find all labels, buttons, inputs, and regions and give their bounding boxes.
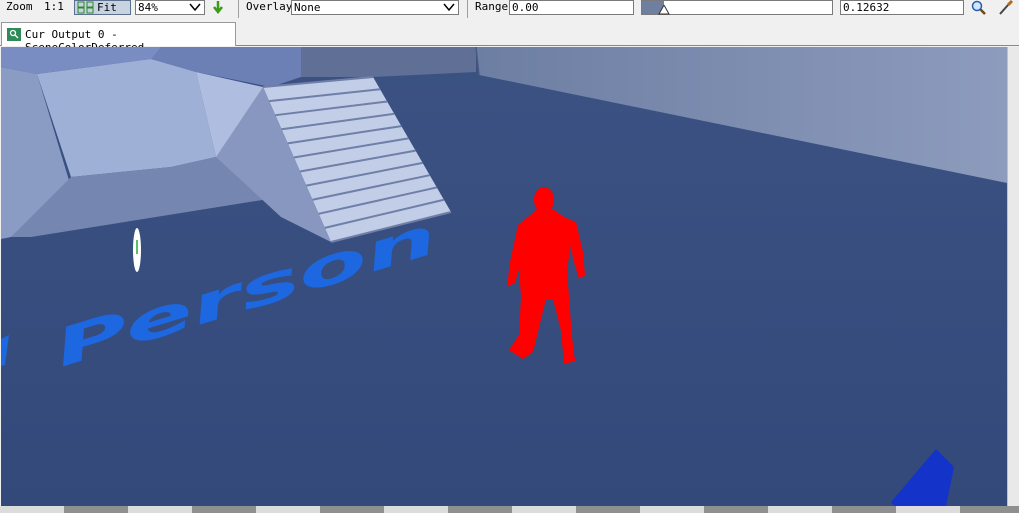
- scene-render: Person: [1, 47, 1007, 506]
- output-tab-bar: Cur Output 0 - SceneColorDeferred: [0, 19, 1019, 54]
- viewport-vertical-scrollbar[interactable]: [1007, 47, 1019, 506]
- toolbar-separator: [467, 0, 468, 18]
- range-min-input[interactable]: [509, 0, 634, 15]
- checkerboard-strip: [0, 506, 1019, 513]
- tab-cur-output[interactable]: Cur Output 0 - SceneColorDeferred: [1, 22, 236, 54]
- fit-icon: [77, 1, 94, 14]
- fit-button[interactable]: Fit: [74, 0, 131, 15]
- range-min-handle[interactable]: [658, 5, 670, 15]
- flip-arrow-icon[interactable]: [211, 0, 225, 15]
- fit-label: Fit: [97, 1, 117, 14]
- overlay-value: None: [294, 1, 321, 14]
- toolbar-separator: [238, 0, 239, 18]
- chevron-down-icon: [189, 3, 201, 12]
- range-label: Range: [475, 0, 509, 13]
- texture-icon: [7, 28, 21, 41]
- overlay-label: Overlay: [246, 0, 293, 13]
- zoom-label: Zoom: [6, 0, 33, 13]
- zoom-1-to-1-button[interactable]: 1:1: [44, 0, 64, 15]
- texture-preview-viewport[interactable]: Person: [1, 47, 1007, 506]
- zoom-range-icon[interactable]: [971, 0, 987, 15]
- pick-range-icon[interactable]: [998, 0, 1014, 15]
- range-max-input[interactable]: [840, 0, 964, 15]
- range-histogram-slider[interactable]: [641, 0, 833, 15]
- texture-viewer-toolbar: Zoom 1:1 Fit 84% Overlay None Range: [0, 0, 1019, 19]
- chevron-down-icon: [443, 3, 455, 12]
- overlay-dropdown[interactable]: None: [291, 0, 459, 15]
- zoom-percent-value: 84%: [138, 1, 158, 14]
- zoom-percent-dropdown[interactable]: 84%: [135, 0, 205, 15]
